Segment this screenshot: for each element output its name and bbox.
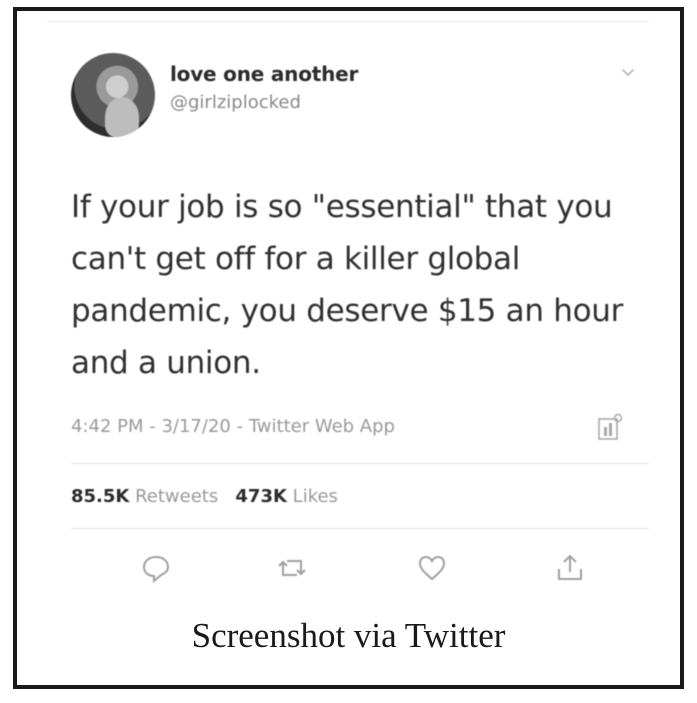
retweet-icon[interactable] [275, 551, 309, 585]
like-label[interactable]: Likes [293, 486, 338, 507]
screenshot-frame: love one another @girlziplocked If your … [13, 7, 684, 689]
reply-icon[interactable] [139, 551, 173, 585]
tweet-text-line: If your job is so "essential" that you [71, 189, 613, 225]
tweet-card: love one another @girlziplocked If your … [47, 21, 649, 596]
heart-icon[interactable] [415, 551, 449, 585]
share-icon[interactable] [553, 551, 587, 585]
retweet-label[interactable]: Retweets [135, 486, 218, 507]
tweet-timestamp[interactable]: 4:42 PM - 3/17/20 - Twitter Web App [71, 416, 395, 437]
retweet-count[interactable]: 85.5K [71, 486, 129, 507]
tweet-actions [47, 551, 649, 591]
tweet-stats: 85.5K Retweets 473K Likes [71, 486, 338, 507]
chevron-down-icon[interactable] [621, 66, 635, 80]
divider [71, 528, 649, 529]
caption: Screenshot via Twitter [191, 616, 506, 655]
tweet-text: If your job is so "essential" that you c… [71, 181, 646, 389]
like-count[interactable]: 473K [235, 486, 287, 507]
analytics-icon[interactable] [597, 413, 623, 441]
tweet-top-divider [47, 21, 649, 22]
divider [71, 463, 649, 464]
tweet-text-line: and a union. [71, 345, 261, 381]
user-handle[interactable]: @girlziplocked [170, 92, 301, 113]
tweet-text-line: can't get off for a killer global [71, 241, 521, 277]
avatar[interactable] [71, 53, 155, 137]
tweet-text-line: pandemic, you deserve $15 an hour [71, 293, 624, 329]
display-name[interactable]: love one another [170, 62, 358, 86]
